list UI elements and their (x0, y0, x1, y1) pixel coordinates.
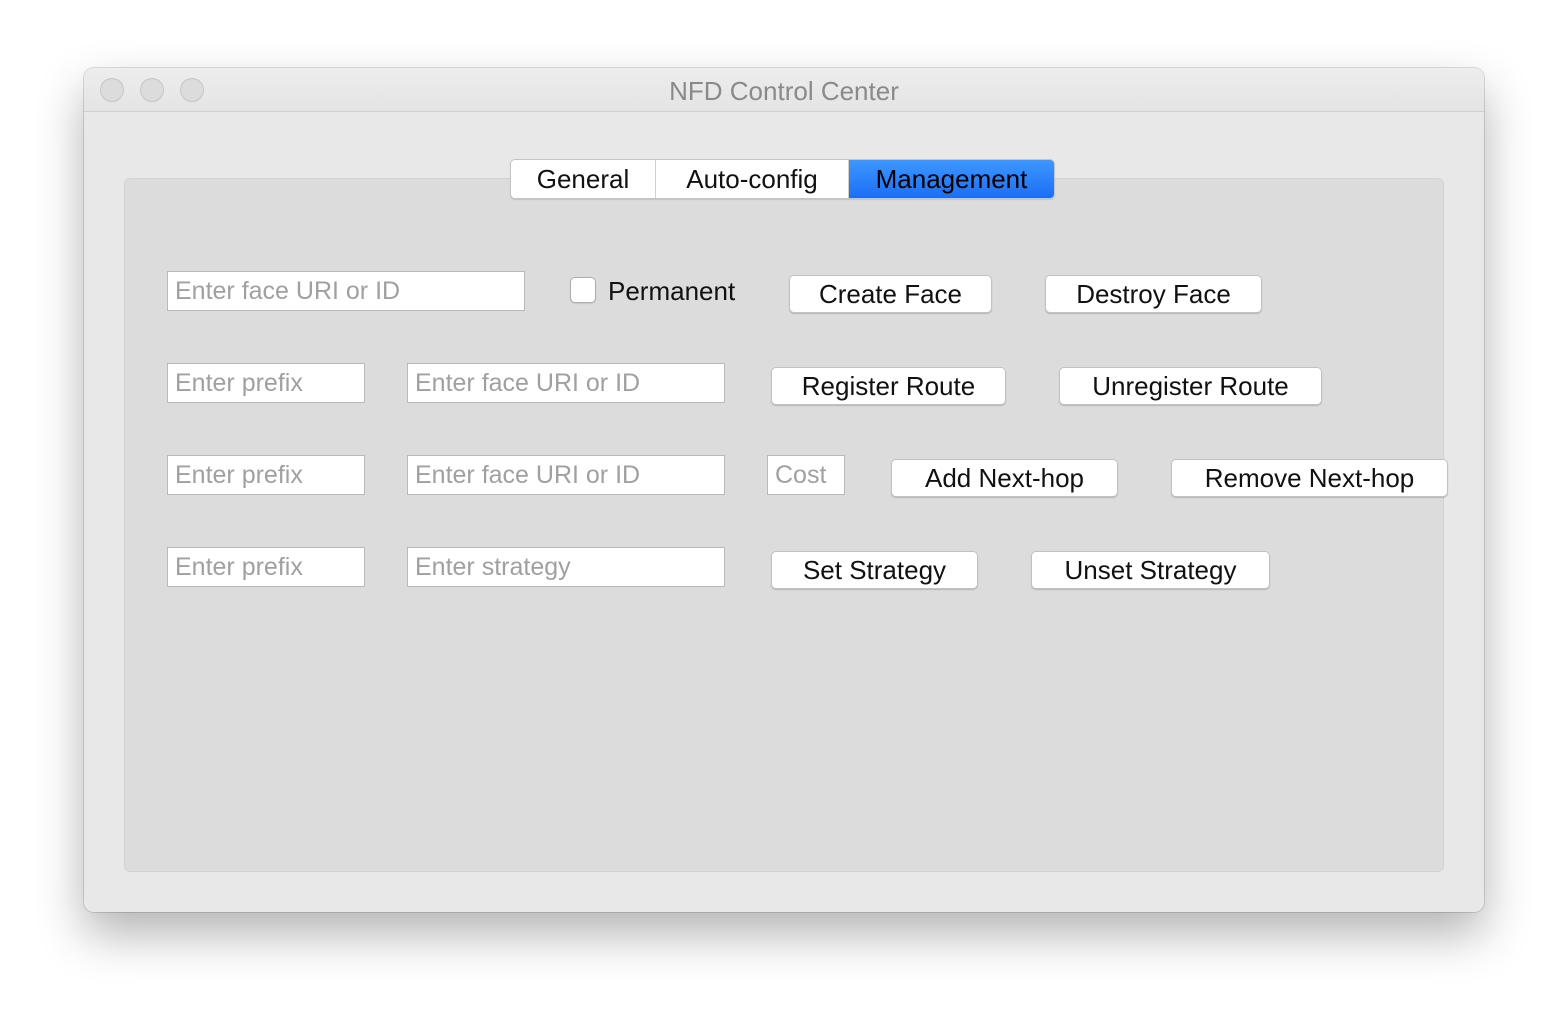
title-bar[interactable]: NFD Control Center (84, 68, 1484, 112)
strategy-input[interactable] (407, 547, 725, 587)
app-window: NFD Control Center General Auto-config M… (84, 68, 1484, 912)
window-title: NFD Control Center (669, 76, 899, 106)
add-nexthop-button[interactable]: Add Next-hop (891, 459, 1118, 497)
create-face-button[interactable]: Create Face (789, 275, 992, 313)
strategy-prefix-input[interactable] (167, 547, 365, 587)
nexthop-prefix-input[interactable] (167, 455, 365, 495)
cost-input[interactable] (767, 455, 845, 495)
window-content: General Auto-config Management Permanent… (84, 112, 1484, 912)
destroy-face-button[interactable]: Destroy Face (1045, 275, 1262, 313)
tab-management[interactable]: Management (849, 160, 1054, 198)
route-prefix-input[interactable] (167, 363, 365, 403)
permanent-label: Permanent (608, 276, 736, 306)
nexthop-face-input[interactable] (407, 455, 725, 495)
face-uri-input[interactable] (167, 271, 525, 311)
tab-general[interactable]: General (511, 160, 656, 198)
set-strategy-button[interactable]: Set Strategy (771, 551, 978, 589)
tab-auto-config[interactable]: Auto-config (656, 160, 849, 198)
register-route-button[interactable]: Register Route (771, 367, 1006, 405)
tab-bar: General Auto-config Management (510, 159, 1055, 199)
permanent-checkbox[interactable] (570, 277, 596, 303)
remove-nexthop-button[interactable]: Remove Next-hop (1171, 459, 1448, 497)
unset-strategy-button[interactable]: Unset Strategy (1031, 551, 1270, 589)
unregister-route-button[interactable]: Unregister Route (1059, 367, 1322, 405)
route-face-input[interactable] (407, 363, 725, 403)
